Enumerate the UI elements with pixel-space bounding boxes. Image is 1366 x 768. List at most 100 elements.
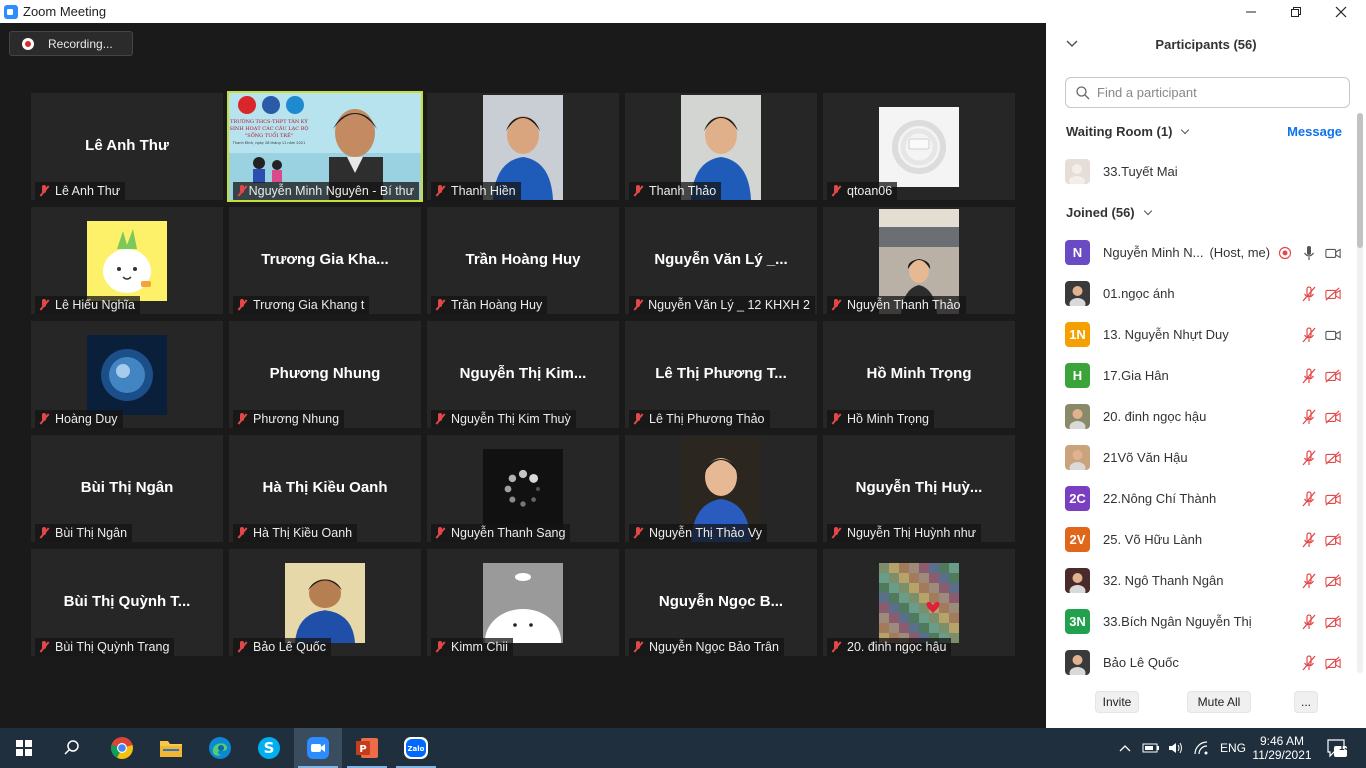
video-tile[interactable]: qtoan06 [823,93,1015,200]
mic-muted-icon[interactable] [1301,286,1317,302]
search-taskbar-button[interactable] [48,728,96,768]
message-waiting-button[interactable]: Message [1287,124,1342,139]
mic-muted-icon[interactable] [1301,532,1317,548]
waiting-room-header[interactable]: Waiting Room (1) [1066,124,1190,139]
video-tile[interactable]: Bùi Thị Ngân Bùi Thị Ngân [31,435,223,542]
skype-taskbar-button[interactable]: S [245,728,293,768]
banner-line-3: Thanh Đình, ngày 28 tháng 11 năm 2021 [232,141,305,145]
participant-name-tag: Trương Gia Khang t [233,296,370,314]
participant-name-tag: Bảo Lê Quốc [233,638,331,656]
volume-icon[interactable] [1168,741,1184,755]
participant-row[interactable]: H 17.Gia Hân [1046,355,1356,396]
zoom-taskbar-button[interactable] [294,728,342,768]
mic-muted-icon[interactable] [1301,450,1317,466]
mic-muted-icon[interactable] [1301,409,1317,425]
file-explorer-taskbar-button[interactable] [147,728,195,768]
chrome-taskbar-button[interactable] [98,728,146,768]
wifi-icon[interactable] [1194,741,1210,755]
video-tile[interactable]: Nguyễn Thị Kim... Nguyễn Thị Kim Thuỳ [427,321,619,428]
video-off-icon[interactable] [1325,614,1341,630]
video-tile[interactable]: Trần Hoàng Huy Trần Hoàng Huy [427,207,619,314]
video-tile[interactable]: Hà Thị Kiều Oanh Hà Thị Kiều Oanh [229,435,421,542]
start-button[interactable] [0,728,48,768]
video-tile[interactable]: Nguyễn Thị Thảo Vy [625,435,817,542]
mic-muted-icon[interactable] [1301,368,1317,384]
video-tile[interactable]: Nguyễn Ngọc B... Nguyễn Ngọc Bảo Trân [625,549,817,656]
record-icon [1278,246,1292,260]
mute-all-button[interactable]: Mute All [1187,691,1251,713]
minimize-button[interactable] [1228,0,1274,23]
participant-row[interactable]: 2V 25. Võ Hữu Lành [1046,519,1356,560]
mic-muted-icon [237,527,247,539]
video-tile[interactable]: Thanh Hiền [427,93,619,200]
restore-button[interactable] [1273,0,1319,23]
participant-name-tag: qtoan06 [827,182,898,200]
participant-name-tag: Nguyễn Văn Lý _ 12 KHXH 2 [629,296,815,314]
video-tile[interactable]: Nguyễn Thanh Thảo [823,207,1015,314]
video-off-icon[interactable] [1325,286,1341,302]
participant-row[interactable]: 01.ngọc ánh [1046,273,1356,314]
video-off-icon[interactable] [1325,450,1341,466]
video-camera-icon[interactable] [1325,245,1341,261]
participant-row[interactable]: 1N 13. Nguyễn Nhựt Duy [1046,314,1356,355]
video-tile[interactable]: Nguyễn Thanh Sang [427,435,619,542]
notification-center-button[interactable]: 13 [1322,728,1352,768]
video-tile[interactable]: Lê Hiếu Nghĩa [31,207,223,314]
mic-muted-icon[interactable] [1301,655,1317,671]
video-tile[interactable]: Lê Thị Phương T... Lê Thị Phương Thảo [625,321,817,428]
video-tile[interactable]: Bảo Lê Quốc [229,549,421,656]
participant-name-tag: Bùi Thị Ngân [35,524,133,542]
participant-row[interactable]: 3N 33.Bích Ngân Nguyễn Thị [1046,601,1356,642]
participant-display-name: Hà Thị Kiều Oanh [262,479,388,496]
mic-muted-icon[interactable] [1301,327,1317,343]
video-tile[interactable]: Hồ Minh Trọng Hồ Minh Trọng [823,321,1015,428]
video-tile[interactable]: TRƯỜNG THCS-THPT TÂN KỲ SINH HOẠT CÁC CÂ… [227,91,423,202]
close-button[interactable] [1318,0,1364,23]
video-tile[interactable]: Hoàng Duy [31,321,223,428]
video-tile[interactable]: Bùi Thị Quỳnh T... Bùi Thị Quỳnh Trang [31,549,223,656]
chevron-up-icon[interactable] [1118,741,1132,755]
video-off-icon[interactable] [1325,368,1341,384]
video-tile[interactable]: Nguyễn Thị Huỳ... Nguyễn Thị Huỳnh như [823,435,1015,542]
video-tile[interactable]: Trương Gia Kha... Trương Gia Khang t [229,207,421,314]
chrome-icon [110,737,133,759]
video-tile[interactable]: 20. đinh ngọc hậu [823,549,1015,656]
invite-button[interactable]: Invite [1095,691,1139,713]
more-options-button[interactable]: ... [1294,691,1318,713]
video-off-icon[interactable] [1325,573,1341,589]
video-off-icon[interactable] [1325,491,1341,507]
participant-row[interactable]: 32. Ngô Thanh Ngân [1046,560,1356,601]
scrollbar-thumb[interactable] [1357,113,1363,248]
participant-name: qtoan06 [847,184,893,198]
video-camera-icon[interactable] [1325,327,1341,343]
video-tile[interactable]: Phương Nhung Phương Nhung [229,321,421,428]
participant-search[interactable] [1065,77,1350,108]
joined-header[interactable]: Joined (56) [1066,205,1152,220]
clock[interactable]: 9:46 AM 11/29/2021 [1252,728,1312,768]
edge-taskbar-button[interactable] [196,728,244,768]
participant-row[interactable]: 21Võ Văn Hậu [1046,437,1356,478]
participant-row[interactable]: 20. đinh ngọc hậu [1046,396,1356,437]
participant-row[interactable]: N Nguyễn Minh N... (Host, me) [1046,232,1356,273]
search-input[interactable] [1097,85,1337,100]
video-tile[interactable]: Nguyễn Văn Lý _... Nguyễn Văn Lý _ 12 KHX… [625,207,817,314]
mic-muted-icon[interactable] [1301,491,1317,507]
video-off-icon[interactable] [1325,532,1341,548]
mic-icon[interactable] [1301,245,1317,261]
battery-icon[interactable] [1142,741,1160,755]
mic-muted-icon[interactable] [1301,573,1317,589]
waiting-participant[interactable]: 33.Tuyết Mai [1046,151,1356,192]
video-off-icon[interactable] [1325,655,1341,671]
recording-indicator[interactable]: Recording... [9,31,133,56]
participant-row[interactable]: 2C 22.Nông Chí Thành [1046,478,1356,519]
zalo-taskbar-button[interactable]: Zalo [392,728,440,768]
video-tile[interactable]: Thanh Thảo [625,93,817,200]
language-indicator[interactable]: ENG [1220,741,1246,755]
avatar: 2V [1065,527,1090,552]
mic-muted-icon[interactable] [1301,614,1317,630]
participant-row[interactable]: Bảo Lê Quốc [1046,642,1356,683]
video-tile[interactable]: Lê Anh Thư Lê Anh Thư [31,93,223,200]
video-tile[interactable]: Kimm Chii [427,549,619,656]
powerpoint-taskbar-button[interactable]: P [343,728,391,768]
video-off-icon[interactable] [1325,409,1341,425]
